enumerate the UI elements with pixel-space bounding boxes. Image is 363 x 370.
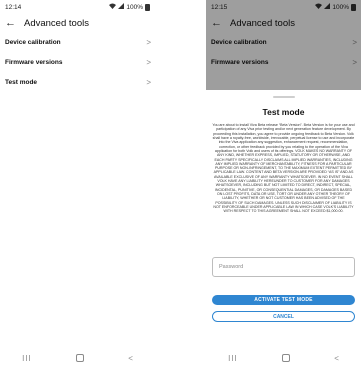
test-mode-bottom-sheet: Test mode You are about to install Viva … xyxy=(206,90,361,346)
battery-icon xyxy=(145,3,150,11)
phone-screen-advanced-tools: 12:14 100% ← Advanced tools Device calib… xyxy=(0,0,155,370)
list-item-label: Test mode xyxy=(5,78,38,86)
password-field[interactable]: Password xyxy=(212,257,355,277)
modal-scrim[interactable] xyxy=(206,0,361,90)
list-item-label: Device calibration xyxy=(5,38,61,46)
list-item-device-calibration[interactable]: Device calibration > xyxy=(0,32,155,52)
phone-screen-test-mode-dialog: 12:15 100% ← Advanced tools Device calib… xyxy=(206,0,361,370)
wifi-icon xyxy=(109,3,117,11)
sheet-drag-handle[interactable] xyxy=(272,96,295,98)
list-item-firmware-versions[interactable]: Firmware versions > xyxy=(0,52,155,72)
app-bar: ← Advanced tools xyxy=(0,14,155,32)
page-title: Advanced tools xyxy=(24,17,89,29)
nav-recents-icon[interactable]: III xyxy=(22,354,32,363)
list-item-label: Firmware versions xyxy=(5,58,63,66)
system-nav-bar: III < xyxy=(0,346,155,370)
back-arrow-icon[interactable]: ← xyxy=(5,17,16,29)
status-icons: 100% xyxy=(109,3,150,11)
dialog-title: Test mode xyxy=(262,107,305,117)
signal-icon xyxy=(118,3,125,11)
nav-home-icon[interactable] xyxy=(76,354,84,362)
battery-level: 100% xyxy=(126,3,143,11)
list-item-test-mode[interactable]: Test mode > xyxy=(0,72,155,92)
nav-back-icon[interactable]: < xyxy=(128,354,133,363)
chevron-right-icon: > xyxy=(146,57,151,67)
nav-back-icon[interactable]: < xyxy=(334,354,339,363)
nav-recents-icon[interactable]: III xyxy=(228,354,238,363)
chevron-right-icon: > xyxy=(146,37,151,47)
chevron-right-icon: > xyxy=(146,77,151,87)
activate-test-mode-button[interactable]: ACTIVATE TEST MODE xyxy=(212,295,355,305)
status-bar: 12:14 100% xyxy=(0,0,155,14)
system-nav-bar: III < xyxy=(206,346,361,370)
status-time: 12:14 xyxy=(5,3,22,11)
cancel-button[interactable]: CANCEL xyxy=(212,311,355,322)
nav-home-icon[interactable] xyxy=(282,354,290,362)
beta-agreement-text: You are about to install Viva Beta relea… xyxy=(212,123,355,214)
